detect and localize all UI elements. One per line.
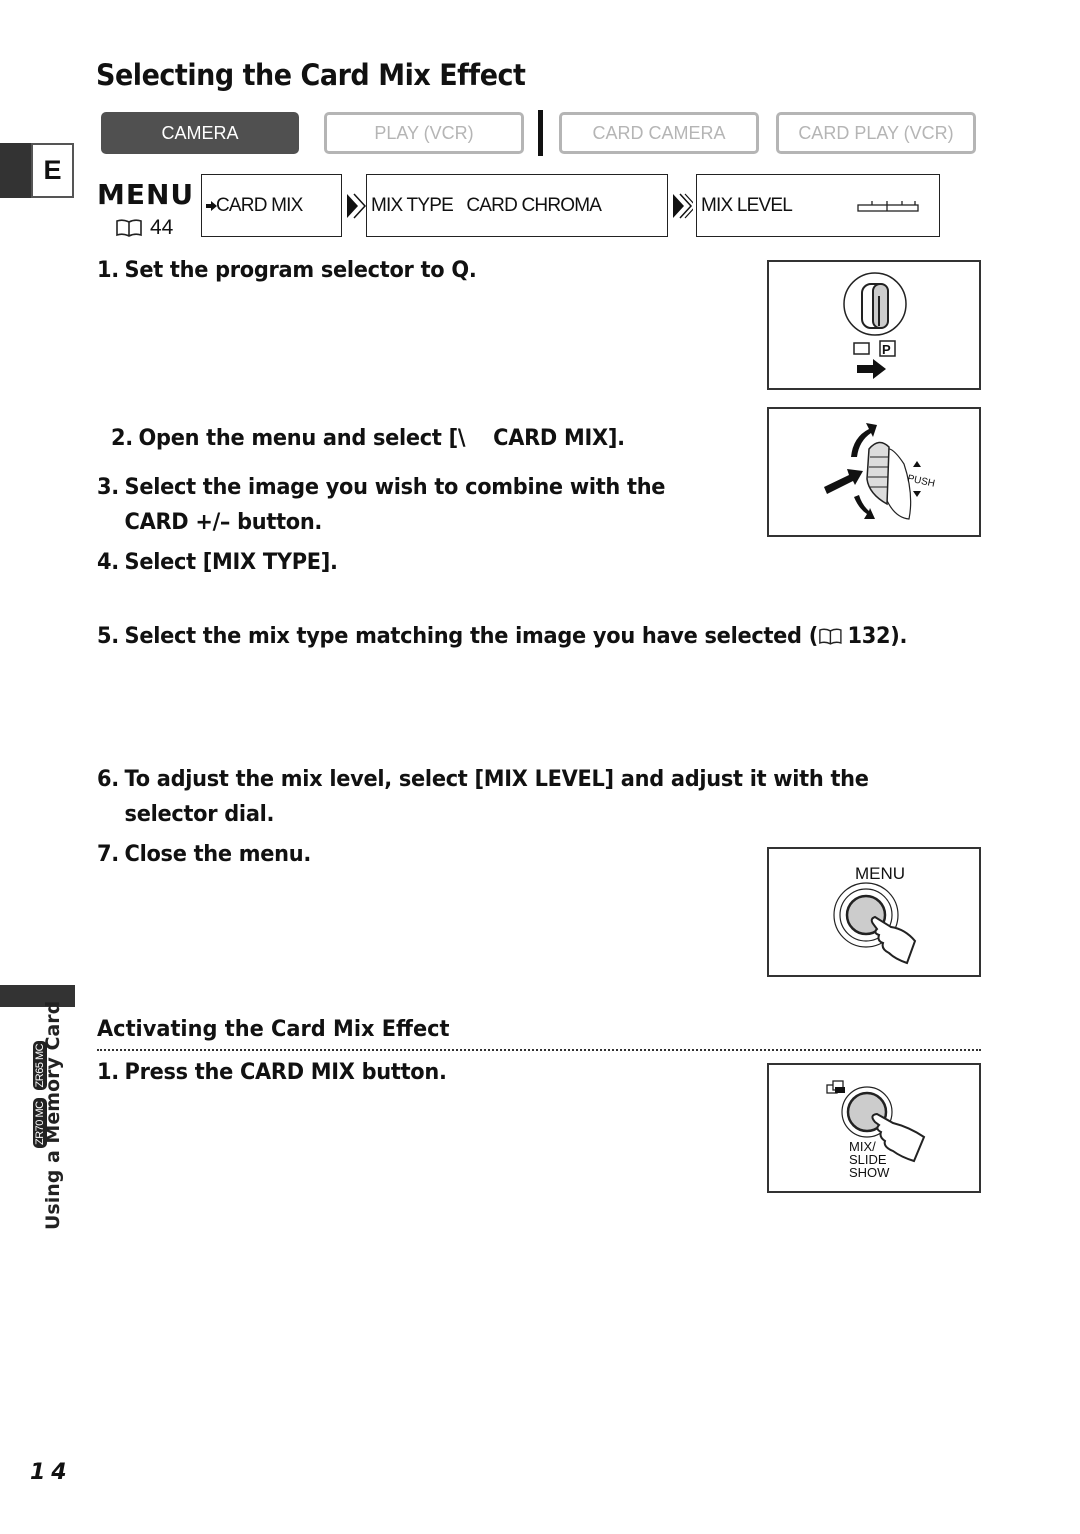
step-6: 6. To adjust the mix level, select [MIX L… [97, 767, 869, 827]
section-title-activating: Activating the Card Mix Effect [97, 1017, 450, 1042]
program-selector-icon: P [843, 272, 907, 379]
figure-program-selector: P [767, 260, 981, 390]
step-4: 4. Select [MIX TYPE]. [97, 550, 338, 575]
mode-camera: CAMERA [101, 112, 299, 154]
mode-card-camera: CARD CAMERA [559, 112, 759, 154]
chevron-right-icon [347, 193, 367, 219]
menu-box-card-mix: CARD MIX [201, 174, 342, 237]
step-7: 7. Close the menu. [97, 842, 312, 867]
book-icon [819, 628, 842, 645]
model-badges: ZR70 MC ZR65 MC [33, 1040, 47, 1148]
page-number: 14 [30, 1460, 73, 1485]
step-3: 3. Select the image you wish to combine w… [97, 475, 666, 535]
language-tab-marker [0, 143, 32, 198]
model-badge-zr70mc: ZR70 MC [33, 1098, 47, 1148]
menu-box-mix-type: MIX TYPE CARD CHROMA [366, 174, 668, 237]
mode-card-play-vcr: CARD PLAY (VCR) [776, 112, 976, 154]
menu-label: MENU [97, 178, 195, 211]
svg-text:SHOW: SHOW [849, 1165, 890, 1180]
mode-play-vcr: PLAY (VCR) [324, 112, 524, 154]
chevron-right-icon [673, 193, 693, 219]
step-5: 5. Select the mix type matching the image… [97, 624, 908, 649]
level-bar-icon [857, 200, 919, 212]
menu-page-ref: 44 [116, 216, 173, 240]
step-2: 2. Open the menu and select [\ CARD MIX]. [110, 426, 625, 451]
figure-mix-slideshow-button: MIX/ SLIDE SHOW [767, 1063, 981, 1193]
step-1: 1. Set the program selector to Q. [97, 258, 477, 283]
svg-text:MENU: MENU [855, 864, 905, 883]
svg-text:PUSH: PUSH [906, 473, 935, 490]
model-badge-zr65mc: ZR65 MC [33, 1040, 47, 1091]
mix-slideshow-button-icon: MIX/ SLIDE SHOW [826, 1080, 926, 1180]
menu-box-text: MIX LEVEL [701, 194, 793, 216]
figure-menu-button: MENU [767, 847, 981, 977]
section-divider [97, 1049, 981, 1051]
figure-selector-dial: PUSH [767, 407, 981, 537]
activating-step-1: 1. Press the CARD MIX button. [97, 1060, 447, 1085]
menu-box-mix-level: MIX LEVEL [696, 174, 940, 237]
selector-dial-icon: PUSH [824, 423, 936, 520]
svg-text:P: P [882, 342, 891, 357]
menu-button-icon: MENU [833, 864, 917, 965]
menu-box-text: CARD MIX [216, 194, 303, 216]
language-tab: E [31, 143, 74, 198]
menu-page-number: 44 [150, 216, 174, 239]
page-title: Selecting the Card Mix Effect [96, 58, 526, 92]
mode-separator [538, 110, 543, 156]
book-icon [116, 219, 142, 237]
